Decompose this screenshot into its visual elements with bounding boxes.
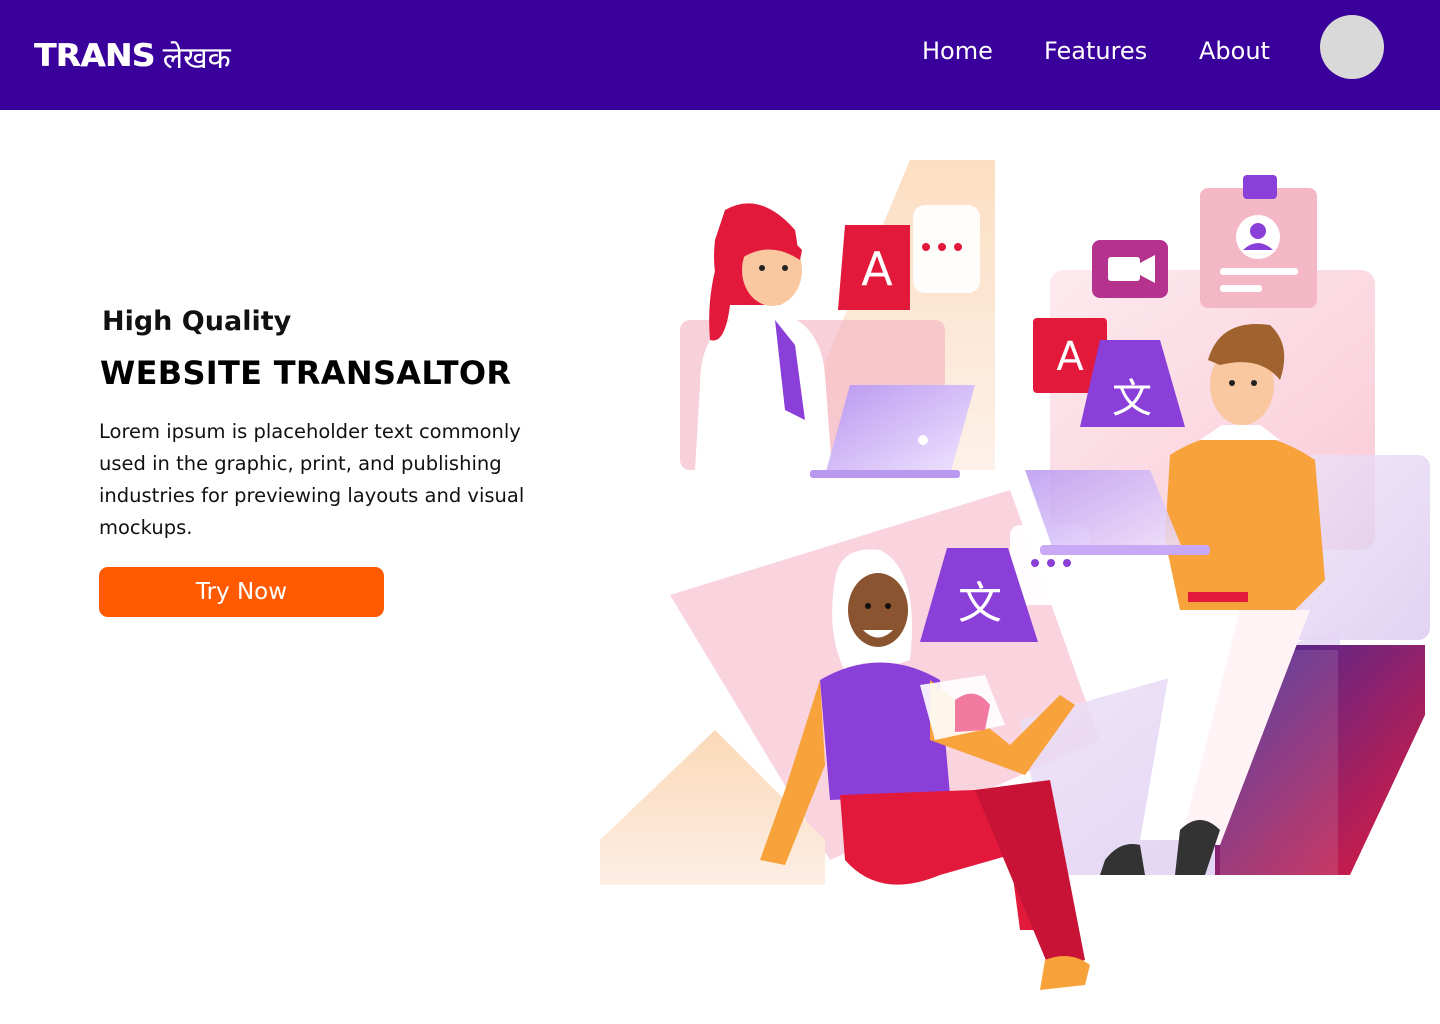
- hero-description: Lorem ipsum is placeholder text commonly…: [99, 420, 525, 539]
- person-red-hair: [695, 203, 832, 470]
- hero-illustration: A A 文 文: [580, 140, 1440, 1020]
- profile-card-icon: [1200, 175, 1317, 308]
- nav-link-about[interactable]: About: [1199, 33, 1270, 69]
- video-camera-icon: [1092, 240, 1168, 298]
- nav-link-home[interactable]: Home: [922, 33, 993, 69]
- top-navbar: TRANS लेखक Home Features About: [0, 0, 1440, 110]
- nav-link-features[interactable]: Features: [1044, 33, 1147, 69]
- brand-logo-latin: TRANS: [34, 38, 155, 74]
- glyph-a-top: A: [861, 242, 893, 296]
- try-now-button[interactable]: Try Now: [99, 567, 384, 617]
- glyph-cjk-mid: 文: [1112, 376, 1152, 422]
- user-avatar[interactable]: [1320, 15, 1384, 79]
- glyph-a-mid: A: [1056, 334, 1084, 380]
- hero-subtitle: High Quality: [102, 306, 292, 337]
- brand-logo[interactable]: TRANS लेखक: [34, 34, 231, 78]
- glyph-cjk-bottom: 文: [958, 578, 1002, 629]
- brand-logo-devanagari: लेखक: [162, 40, 231, 76]
- hero-title: WEBSITE TRANSALTOR: [100, 354, 512, 392]
